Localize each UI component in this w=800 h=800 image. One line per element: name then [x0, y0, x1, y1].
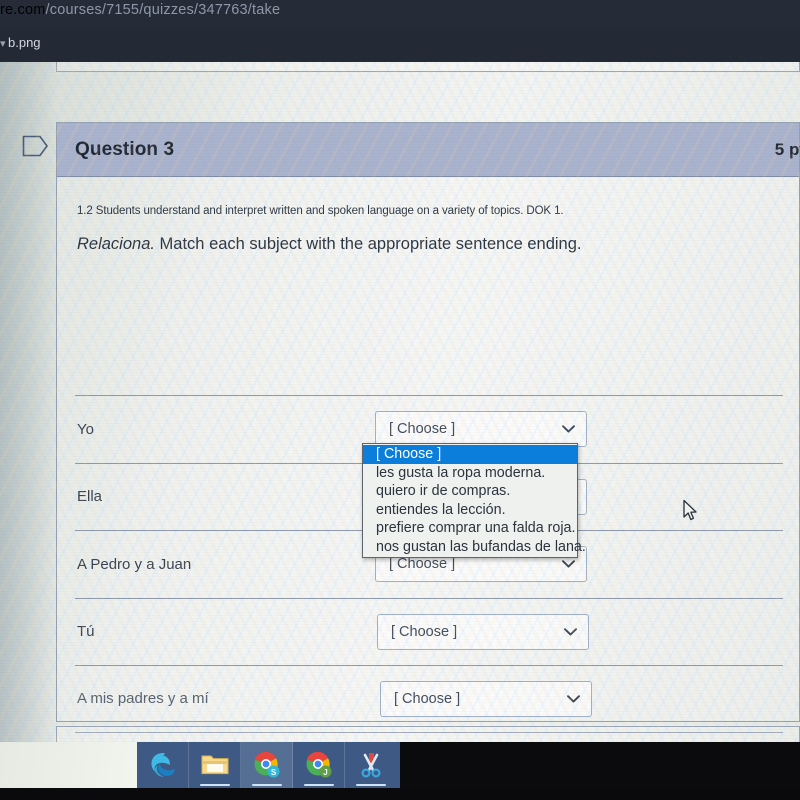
chevron-down-icon — [562, 560, 575, 568]
match-select-tu[interactable]: [ Choose ] — [377, 613, 589, 650]
taskbar-item-snipping-tool[interactable] — [345, 742, 397, 788]
url-path: /courses/7155/quizzes/347763/take — [45, 2, 281, 18]
snipping-tool-icon — [361, 753, 381, 778]
google-chrome-icon: J — [306, 751, 332, 778]
match-subject-label: Yo — [77, 420, 94, 438]
taskbar-item-microsoft-edge[interactable] — [137, 742, 189, 788]
standard-text: 1.2 Students understand and interpret wr… — [77, 205, 564, 217]
chevron-down-icon — [562, 425, 575, 433]
question-card: Question 3 5 pt 1.2 Students understand … — [56, 122, 800, 733]
file-explorer-icon — [201, 755, 229, 775]
flag-marker-icon[interactable] — [22, 135, 49, 157]
dropdown-option[interactable]: quiero ir de compras. — [363, 482, 577, 501]
dropdown-option[interactable]: les gusta la ropa moderna. — [363, 464, 577, 483]
table-row: A mis padres y a mí [ Choose ] — [75, 665, 783, 733]
microsoft-edge-icon — [151, 753, 175, 777]
url-domain: re.com — [0, 2, 46, 18]
taskbar-item-file-explorer[interactable] — [189, 742, 241, 788]
question-header: Question 3 5 pt — [57, 123, 800, 177]
match-subject-label: Tú — [77, 623, 95, 641]
match-subject-label: A Pedro y a Juan — [77, 555, 192, 573]
downloads-bar: ▾ b.png — [0, 28, 800, 62]
match-select-a-mis-padres-y-a-mi[interactable]: [ Choose ] — [380, 680, 592, 717]
question-prompt: Relaciona. Match each subject with the a… — [77, 235, 779, 254]
taskbar-item-google-chrome-profile-s[interactable]: S — [241, 742, 293, 788]
dropdown-options-list[interactable]: [ Choose ] les gusta la ropa moderna. qu… — [362, 443, 586, 558]
match-subject-label: A mis padres y a mí — [77, 690, 209, 708]
next-question-box — [56, 726, 800, 742]
screenshot-root: re.com/courses/7155/quizzes/347763/take … — [0, 0, 800, 800]
match-select-yo[interactable]: [ Choose ] — [375, 411, 587, 448]
taskbar-running-indicator — [356, 783, 386, 786]
windows-taskbar: S J — [137, 742, 400, 788]
chevron-down-icon — [567, 695, 580, 703]
dropdown-option[interactable]: nos gustan las bufandas de lana. — [363, 538, 586, 557]
taskbar-running-indicator — [200, 783, 230, 786]
desktop-right-strip — [400, 742, 800, 788]
question-body: 1.2 Students understand and interpret wr… — [57, 177, 799, 254]
match-select-value: [ Choose ] — [389, 421, 456, 438]
taskbar-running-indicator — [252, 783, 282, 786]
dropdown-option[interactable]: [ Choose ] — [363, 445, 577, 464]
svg-text:S: S — [271, 768, 277, 777]
prompt-italic-word: Relaciona. — [77, 235, 155, 253]
page-viewport: Question 3 5 pt 1.2 Students understand … — [0, 62, 800, 742]
previous-question-box — [56, 62, 800, 72]
desktop-left-strip — [0, 742, 137, 788]
dropdown-option[interactable]: prefiere comprar una falda roja. — [363, 519, 577, 538]
page-title: Question 3 — [75, 138, 175, 160]
chevron-down-icon — [564, 628, 577, 636]
table-row: Tú [ Choose ] — [75, 597, 783, 666]
prompt-rest: Match each subject with the appropriate … — [154, 235, 582, 253]
svg-text:J: J — [323, 768, 327, 777]
chevron-icon[interactable]: ▾ — [0, 37, 6, 50]
browser-chrome: re.com/courses/7155/quizzes/347763/take … — [0, 0, 800, 62]
google-chrome-icon: S — [254, 751, 280, 778]
match-select-value: [ Choose ] — [391, 623, 458, 640]
taskbar-running-indicator — [304, 783, 334, 786]
download-item-filename[interactable]: b.png — [8, 35, 41, 50]
question-points: 5 pt — [774, 139, 800, 159]
taskbar-item-google-chrome-profile-j[interactable]: J — [293, 742, 345, 788]
desktop-bottom-edge — [0, 788, 800, 800]
match-select-value: [ Choose ] — [394, 690, 461, 707]
match-subject-label: Ella — [77, 488, 103, 506]
dropdown-option[interactable]: entiendes la lección. — [363, 501, 577, 520]
match-select-value: [ Choose ] — [389, 556, 456, 573]
address-bar[interactable]: re.com/courses/7155/quizzes/347763/take — [0, 2, 280, 18]
